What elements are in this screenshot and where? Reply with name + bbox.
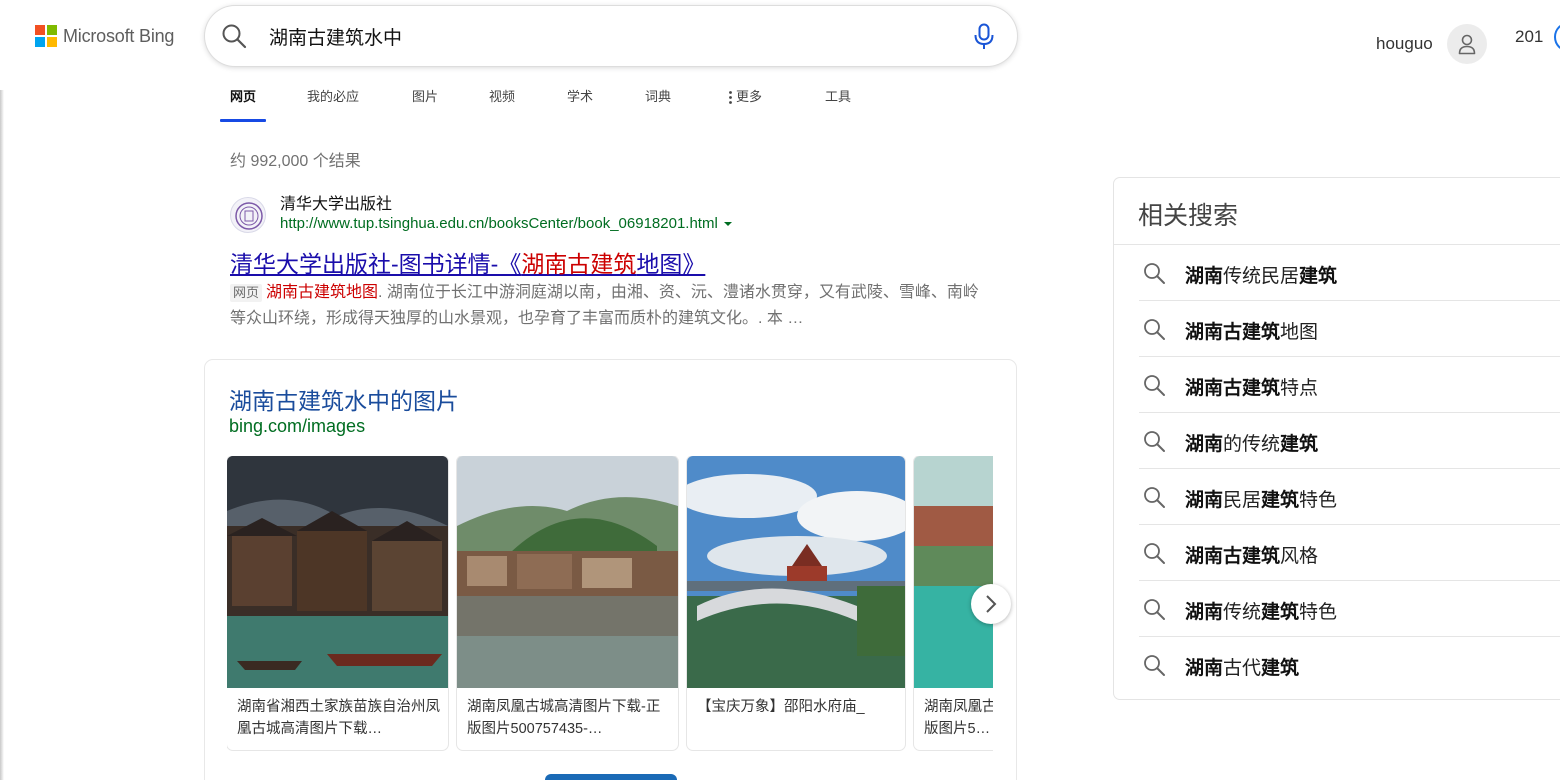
image-results-card: 湖南古建筑水中的图片 bing.com/images 湖南省湘西土家族苗族自治州… — [205, 360, 1016, 780]
caret-down-icon[interactable] — [723, 222, 732, 227]
tab-label: 视频 — [489, 89, 516, 104]
image-results-source[interactable]: bing.com/images — [229, 416, 365, 437]
snippet-highlight: 湖南古建筑地图 — [266, 284, 379, 301]
fenghuang-ancient-town-image — [457, 456, 678, 688]
carousel-next-button[interactable] — [971, 584, 1011, 624]
tab-label: 学术 — [567, 89, 594, 104]
user-name: houguo — [1376, 34, 1433, 53]
search-icon — [1144, 319, 1165, 340]
tab-label: 我的必应 — [307, 89, 360, 104]
logo-text: Microsoft Bing — [63, 25, 175, 46]
related-searches-heading: 相关搜索 — [1138, 202, 1239, 230]
related-search-label: 湖南古建筑地图 — [1185, 322, 1319, 343]
related-search-label: 湖南传统建筑特色 — [1185, 602, 1338, 623]
related-search-item[interactable]: 湖南古建筑特点 — [1139, 357, 1560, 413]
image-caption: 湖南凤凰古城高清图片下载-正版图片5… — [924, 699, 993, 737]
related-search-label: 湖南古建筑特点 — [1185, 378, 1319, 399]
related-search-label: 湖南古建筑风格 — [1185, 546, 1319, 567]
snippet-tag: 网页 — [230, 284, 263, 302]
see-more-button[interactable] — [545, 774, 677, 780]
tab-label: 词典 — [645, 89, 672, 104]
tab-web[interactable]: 网页 — [219, 86, 267, 122]
user-menu[interactable]: houguo — [1376, 24, 1487, 64]
tab-label: 网页 — [230, 89, 257, 104]
image-caption: 湖南省湘西土家族苗族自治州凤凰古城高清图片下载… — [237, 699, 440, 737]
search-icon — [1144, 543, 1165, 564]
image-thumb[interactable]: 湖南凤凰古城高清图片下载-正版图片500757435-… — [457, 456, 678, 750]
related-search-label: 湖南古代建筑 — [1185, 658, 1300, 679]
microphone-icon[interactable] — [973, 23, 995, 51]
tab-dictionary[interactable]: 词典 — [645, 86, 671, 122]
search-icon — [1144, 375, 1165, 396]
related-searches-panel: 相关搜索 湖南传统民居建筑 湖南古建筑地图 湖南古建筑特点 湖南的传统建筑 湖南民居建筑… — [1114, 178, 1560, 699]
related-search-item[interactable]: 湖南古建筑地图 — [1139, 301, 1560, 357]
tab-more[interactable]: 更多 — [729, 86, 762, 122]
related-search-label: 湖南民居建筑特色 — [1185, 490, 1338, 511]
search-box — [205, 6, 1017, 66]
title-part: 清华大学出版社-图书详情-《 — [230, 251, 522, 277]
more-dots-icon — [729, 91, 732, 104]
related-search-label: 湖南的传统建筑 — [1185, 434, 1319, 455]
bing-logo[interactable]: Microsoft Bing — [35, 25, 174, 47]
image-thumb[interactable]: 【宝庆万象】邵阳水府庙_ — [687, 456, 905, 750]
shaoyang-bridge-image — [687, 456, 905, 688]
chevron-right-icon — [986, 595, 997, 613]
search-icon — [1144, 655, 1165, 676]
tab-label: 图片 — [412, 89, 439, 104]
search-icon — [1144, 599, 1165, 620]
result-url[interactable]: http://www.tup.tsinghua.edu.cn/booksCent… — [280, 215, 732, 232]
site-favicon — [230, 197, 266, 233]
related-search-item[interactable]: 湖南古代建筑 — [1139, 637, 1560, 693]
related-search-item[interactable]: 湖南的传统建筑 — [1139, 413, 1560, 469]
image-thumb[interactable]: 湖南省湘西土家族苗族自治州凤凰古城高清图片下载… — [227, 456, 448, 750]
related-search-label: 湖南传统民居建筑 — [1185, 266, 1338, 287]
search-icon — [1144, 263, 1165, 284]
tab-label: 更多 — [736, 89, 763, 104]
tab-my-bing[interactable]: 我的必应 — [307, 86, 359, 122]
title-part: 地图》 — [636, 251, 706, 277]
fenghuang-river-image — [914, 456, 993, 688]
tab-images[interactable]: 图片 — [412, 86, 438, 122]
url-text: http://www.tup.tsinghua.edu.cn/booksCent… — [280, 215, 718, 232]
user-icon[interactable] — [1446, 24, 1487, 64]
result-snippet: 网页 湖南古建筑地图. 湖南位于长江中游洞庭湖以南，由湘、资、沅、澧诸水贯穿，又有… — [230, 280, 990, 332]
result-count: 约 992,000 个结果 — [230, 153, 361, 170]
site-name: 清华大学出版社 — [280, 196, 393, 213]
microsoft-logo-icon — [35, 25, 57, 47]
image-carousel: 湖南省湘西土家族苗族自治州凤凰古城高清图片下载… 湖南凤凰古城高清图片下载-正版… — [227, 456, 993, 756]
rewards-icon[interactable] — [1554, 22, 1560, 52]
image-caption: 湖南凤凰古城高清图片下载-正版图片500757435-… — [467, 699, 661, 737]
result-title-link[interactable]: 清华大学出版社-图书详情-《湖南古建筑地图》 — [230, 245, 705, 279]
tab-label: 工具 — [825, 89, 852, 104]
tab-academic[interactable]: 学术 — [567, 86, 593, 122]
tab-tools[interactable]: 工具 — [825, 86, 851, 122]
fenghuang-stilt-houses-image — [227, 456, 448, 688]
rewards-points[interactable]: 201 — [1515, 27, 1543, 47]
related-search-item[interactable]: 湖南传统民居建筑 — [1139, 245, 1560, 301]
image-caption: 【宝庆万象】邵阳水府庙_ — [697, 699, 865, 715]
window-edge-shadow — [0, 90, 4, 780]
related-search-item[interactable]: 湖南传统建筑特色 — [1139, 581, 1560, 637]
search-icon — [1144, 431, 1165, 452]
image-results-title[interactable]: 湖南古建筑水中的图片 — [229, 382, 459, 416]
search-icon — [1144, 487, 1165, 508]
title-highlight: 湖南古建筑 — [521, 251, 637, 277]
related-search-item[interactable]: 湖南古建筑风格 — [1139, 525, 1560, 581]
search-input[interactable] — [269, 20, 949, 52]
related-search-item[interactable]: 湖南民居建筑特色 — [1139, 469, 1560, 525]
search-icon[interactable] — [221, 23, 247, 49]
tab-videos[interactable]: 视频 — [489, 86, 515, 122]
